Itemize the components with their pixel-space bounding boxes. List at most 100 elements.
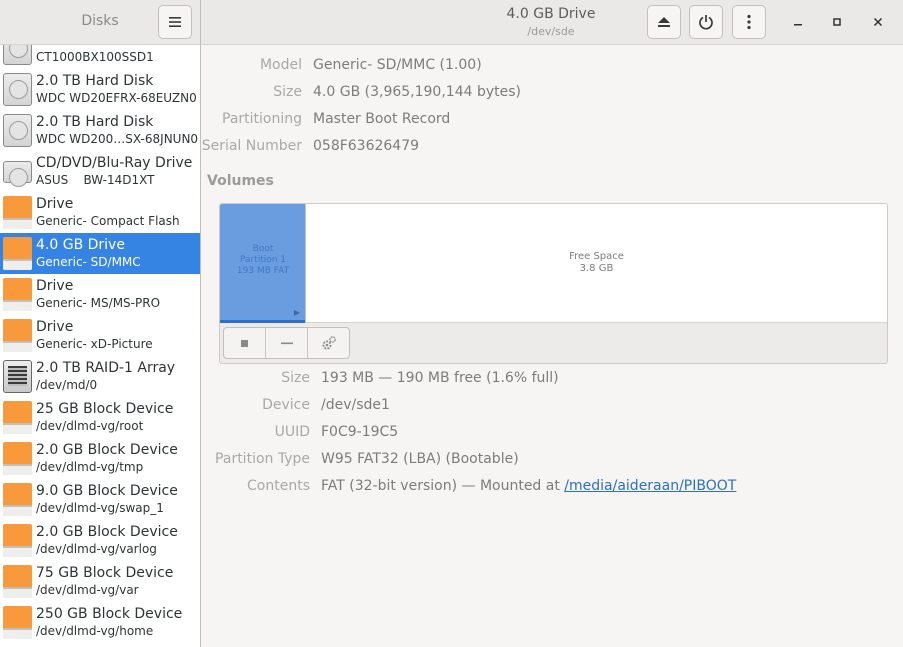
device-list: 1.0 TB Disk CT1000BX100SSD1 2.0 TB Hard Di… — [0, 45, 200, 643]
device-description: /dev/dlmd-vg/var — [36, 583, 139, 597]
serial-value: 058F63626479 — [313, 138, 420, 154]
device-name: 250 GB Block Device — [36, 606, 183, 622]
device-label: Device — [262, 397, 310, 413]
unmount-button[interactable] — [224, 328, 266, 358]
device-description: ASUS BW-14D1XT — [36, 173, 155, 187]
serial-label: Serial Number — [201, 138, 302, 154]
partition-type-row: Partition Type W95 FAT32 (LBA) (Bootable… — [201, 451, 903, 471]
volumes-map: Boot Partition 1 193 MB FAT ▶ Free Space… — [219, 203, 888, 364]
partition-type-value: W95 FAT32 (LBA) (Bootable) — [321, 451, 519, 467]
sidebar-device-item[interactable]: 9.0 GB Block Device/dev/dlmd-vg/swap_1 — [0, 479, 200, 520]
more-options-button[interactable] — [732, 5, 766, 39]
device-name: CD/DVD/Blu-Ray Drive — [36, 155, 193, 171]
contents-row: Contents FAT (32-bit version) — Mounted … — [201, 478, 903, 498]
partition-selection-bar — [220, 320, 305, 323]
contents-value: FAT (32-bit version) — Mounted at /media… — [321, 478, 736, 494]
block-device-icon — [3, 565, 32, 598]
model-value: Generic- SD/MMC (1.00) — [313, 57, 482, 73]
menu-button[interactable] — [158, 5, 192, 39]
free-space-size: 3.8 GB — [579, 263, 614, 274]
delete-partition-button[interactable] — [266, 328, 308, 358]
serial-row: Serial Number 058F63626479 — [201, 138, 903, 158]
partition-settings-button[interactable] — [308, 328, 349, 358]
mount-point-link[interactable]: /media/aideraan/PIBOOT — [564, 478, 736, 494]
device-description: CT1000BX100SSD1 — [36, 50, 154, 64]
hard-disk-icon — [3, 73, 32, 106]
sidebar-device-item[interactable]: 25 GB Block Device/dev/dlmd-vg/root — [0, 397, 200, 438]
partition-1-block[interactable]: Boot Partition 1 193 MB FAT ▶ — [220, 204, 306, 323]
partition-type-label: Partition Type — [215, 451, 310, 467]
device-name: 1.0 TB Disk — [36, 45, 115, 48]
sidebar-device-item[interactable]: 2.0 TB RAID-1 Array/dev/md/0 — [0, 356, 200, 397]
partition-size-row: Size 193 MB — 190 MB free (1.6% full) — [201, 370, 903, 390]
device-description: /dev/dlmd-vg/swap_1 — [36, 501, 164, 515]
sidebar-device-item[interactable]: 2.0 TB Hard Disk WDC WD20EFRX-68EUZN0 — [0, 69, 200, 110]
size-value: 4.0 GB (3,965,190,144 bytes) — [313, 84, 521, 100]
sidebar-device-item[interactable]: 2.0 GB Block Device/dev/dlmd-vg/tmp — [0, 438, 200, 479]
maximize-button[interactable] — [828, 13, 846, 31]
sidebar-device-item[interactable]: 4.0 GB Drive Generic- SD/MMC — [0, 233, 200, 274]
device-name: 2.0 GB Block Device — [36, 524, 178, 540]
hamburger-menu-icon — [169, 17, 181, 27]
sidebar-device-item[interactable]: CD/DVD/Blu-Ray Drive ASUS BW-14D1XT — [0, 151, 200, 192]
sidebar-device-item[interactable]: 2.0 GB Block Device/dev/dlmd-vg/varlog — [0, 520, 200, 561]
size-row: Size 4.0 GB (3,965,190,144 bytes) — [201, 84, 903, 104]
device-description: /dev/dlmd-vg/home — [36, 624, 154, 638]
block-device-icon — [3, 524, 32, 557]
header-bar: 4.0 GB Drive /dev/sde — [201, 0, 903, 45]
free-space-block[interactable]: Free Space 3.8 GB — [306, 204, 887, 323]
partitioning-label: Partitioning — [222, 111, 302, 127]
power-icon — [699, 15, 713, 30]
device-description: /dev/dlmd-vg/tmp — [36, 460, 144, 474]
power-off-button[interactable] — [689, 5, 723, 39]
partitioning-value: Master Boot Record — [313, 111, 451, 127]
device-value: /dev/sde1 — [321, 397, 390, 413]
device-description: WDC WD20EFRX-68EUZN0 — [36, 91, 197, 105]
volume-toolbar — [223, 327, 350, 359]
partition-area: Boot Partition 1 193 MB FAT ▶ Free Space… — [220, 204, 887, 323]
stop-icon — [241, 339, 248, 347]
sidebar-device-item[interactable]: 75 GB Block Device/dev/dlmd-vg/var — [0, 561, 200, 602]
sidebar-header: Disks — [0, 0, 201, 45]
block-device-icon — [3, 483, 32, 516]
mounted-indicator-icon: ▶ — [293, 308, 300, 317]
device-name: 2.0 GB Block Device — [36, 442, 178, 458]
gears-icon — [322, 336, 336, 350]
minimize-icon — [794, 24, 802, 26]
close-button[interactable] — [869, 13, 887, 31]
removable-drive-icon — [3, 196, 32, 229]
uuid-label: UUID — [274, 424, 310, 440]
device-name: 2.0 TB Hard Disk — [36, 114, 154, 130]
eject-button[interactable] — [647, 5, 681, 39]
free-space-label: Free Space — [569, 251, 624, 262]
device-name: 4.0 GB Drive — [36, 237, 125, 253]
sidebar-device-item[interactable]: 1.0 TB Disk CT1000BX100SSD1 — [0, 45, 200, 69]
vertical-dots-icon — [747, 14, 751, 30]
drive-title: 4.0 GB Drive — [506, 6, 596, 22]
minimize-button[interactable] — [789, 13, 807, 31]
device-name: 75 GB Block Device — [36, 565, 174, 581]
device-name: 25 GB Block Device — [36, 401, 174, 417]
removable-drive-icon — [3, 319, 32, 352]
removable-drive-icon — [3, 278, 32, 311]
optical-drive-icon — [3, 161, 32, 187]
device-name: Drive — [36, 196, 74, 212]
partition-size-label: Size — [281, 370, 310, 386]
device-description: Generic- xD-Picture — [36, 337, 153, 351]
sidebar-device-item[interactable]: 2.0 TB Hard Disk WDC WD200…SX-68JNUN0 — [0, 110, 200, 151]
volumes-heading: Volumes — [207, 173, 274, 189]
sidebar-device-item[interactable]: Drive Generic- Compact Flash — [0, 192, 200, 233]
device-description: Generic- Compact Flash — [36, 214, 180, 228]
uuid-value: F0C9-19C5 — [321, 424, 399, 440]
contents-text: FAT (32-bit version) — Mounted at — [321, 478, 565, 494]
device-description: Generic- MS/MS-PRO — [36, 296, 161, 310]
sidebar-device-item[interactable]: Drive Generic- MS/MS-PRO — [0, 274, 200, 315]
partition-size-value: 193 MB — 190 MB free (1.6% full) — [321, 370, 559, 386]
device-name: 2.0 TB Hard Disk — [36, 73, 154, 89]
sidebar-device-item[interactable]: Drive Generic- xD-Picture — [0, 315, 200, 356]
sidebar-device-item[interactable]: 250 GB Block Device/dev/dlmd-vg/home — [0, 602, 200, 643]
device-description: /dev/dlmd-vg/varlog — [36, 542, 157, 556]
removable-drive-icon — [3, 237, 32, 270]
device-name: Drive — [36, 319, 74, 335]
model-row: Model Generic- SD/MMC (1.00) — [201, 57, 903, 77]
